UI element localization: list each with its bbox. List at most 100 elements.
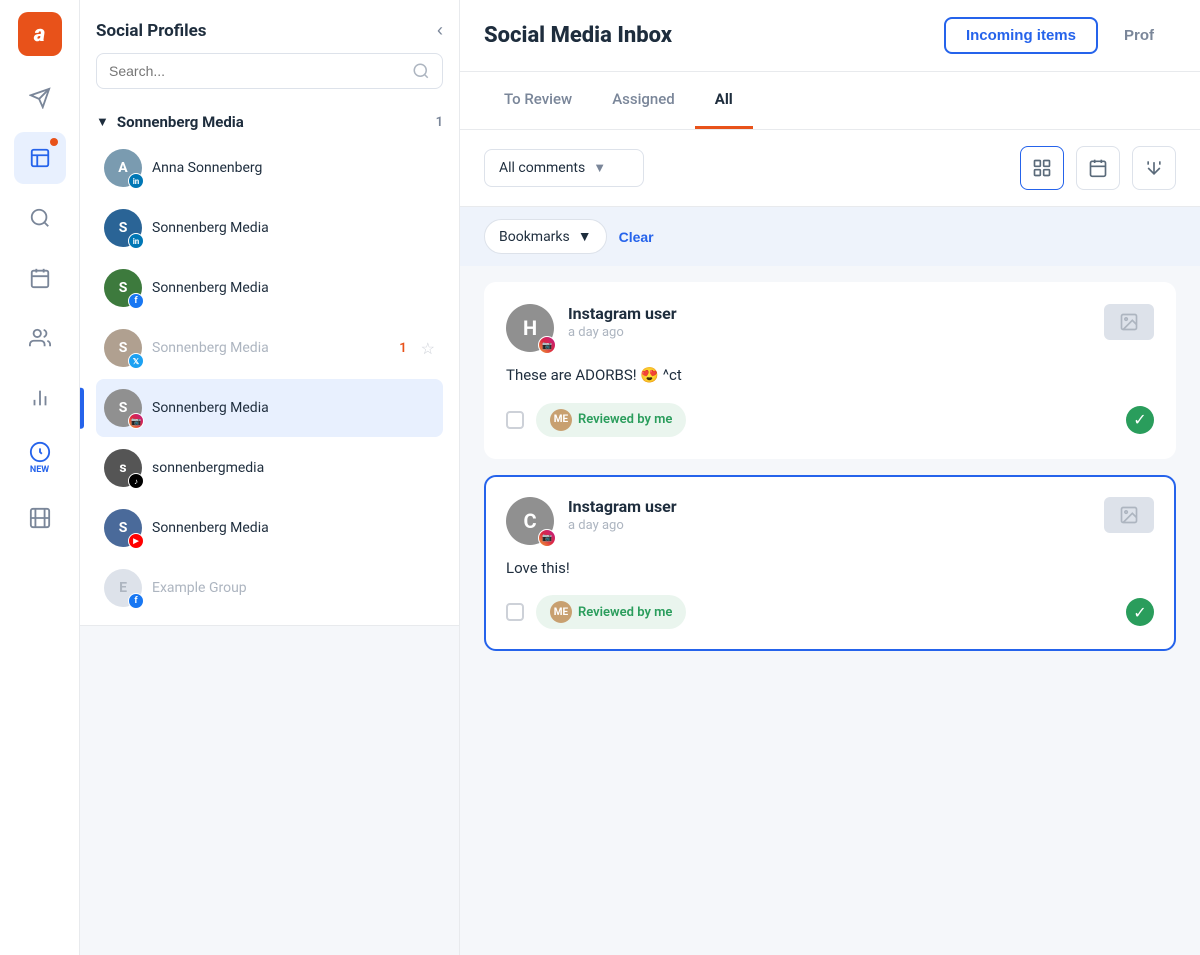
card-image-placeholder [1104,497,1154,533]
nav-item-media[interactable] [14,492,66,544]
youtube-badge: ▶ [128,533,144,549]
check-circle[interactable]: ✓ [1126,406,1154,434]
avatar-wrap: s ♪ [104,449,142,487]
sort-icon [1144,158,1164,178]
nav-item-people[interactable] [14,312,66,364]
card-username: Instagram user [568,497,1090,516]
instagram-badge: 📷 [538,336,556,354]
profile-group: ▼ Sonnenberg Media 1 A in Anna Sonnenber… [80,105,459,625]
top-bar: Social Media Inbox Incoming items Prof [460,0,1200,72]
view-filter-button[interactable] [1020,146,1064,190]
card-checkbox[interactable] [506,603,524,621]
nav-item-calendar[interactable] [14,252,66,304]
app-logo[interactable]: a [18,12,62,56]
avatar-wrap: S ▶ [104,509,142,547]
bookmark-arrow-icon: ▼ [578,228,592,245]
content-area: To Review Assigned All All comments ▼ [460,72,1200,955]
nav-bar: a NEW [0,0,80,955]
image-icon [1119,505,1139,525]
filter-icon [1032,158,1052,178]
profile-item[interactable]: E f Example Group [96,559,443,617]
reviewed-label: Reviewed by me [578,605,672,620]
card-footer: ME Reviewed by me ✓ [506,403,1154,437]
profile-name: Sonnenberg Media [152,220,435,236]
profile-item[interactable]: S f Sonnenberg Media [96,259,443,317]
nav-item-search[interactable] [14,192,66,244]
reviewer-avatar: ME [550,601,572,623]
nav-item-new[interactable]: NEW [14,432,66,484]
linkedin-badge: in [128,233,144,249]
new-label: NEW [30,465,49,475]
bookmark-label: Bookmarks [499,229,570,245]
sidebar-bottom [80,625,459,955]
filter-label: All comments [499,160,585,176]
avatar-wrap: S f [104,269,142,307]
avatar-wrap: S 📷 [104,389,142,427]
subtab-review[interactable]: To Review [484,72,592,129]
profile-item-active[interactable]: S 📷 Sonnenberg Media [96,379,443,437]
nav-item-analytics[interactable] [14,372,66,424]
card-text: Love this! [506,557,1154,580]
card-user: Instagram user a day ago [568,304,1090,340]
card-checkbox[interactable] [506,411,524,429]
group-name: Sonnenberg Media [117,113,428,131]
feed-card: H 📷 Instagram user a day ago These are A… [484,282,1176,459]
star-icon: ☆ [421,339,435,358]
calendar-view-icon [1088,158,1108,178]
main-content: Social Media Inbox Incoming items Prof T… [460,0,1200,955]
card-user: Instagram user a day ago [568,497,1090,533]
profile-name: Sonnenberg Media [152,340,389,356]
card-image-placeholder [1104,304,1154,340]
card-avatar: C 📷 [506,497,554,545]
profile-name: Sonnenberg Media [152,520,435,536]
subtab-assigned[interactable]: Assigned [592,72,695,129]
check-circle[interactable]: ✓ [1126,598,1154,626]
facebook-badge: f [128,293,144,309]
card-time: a day ago [568,325,1090,340]
linkedin-badge: in [128,173,144,189]
page-title: Social Media Inbox [484,23,672,48]
profile-list: A in Anna Sonnenberg S in Sonnenberg Med… [96,139,443,617]
profile-name: Sonnenberg Media [152,400,435,416]
card-text: These are ADORBS! 😍 ^ct [506,364,1154,387]
sort-button[interactable] [1132,146,1176,190]
card-username: Instagram user [568,304,1090,323]
group-arrow-icon: ▼ [96,114,109,130]
bookmark-dropdown[interactable]: Bookmarks ▼ [484,219,607,254]
sidebar-header: Social Profiles ‹ [80,0,459,53]
group-header[interactable]: ▼ Sonnenberg Media 1 [96,105,443,139]
card-header: C 📷 Instagram user a day ago [506,497,1154,545]
inbox-badge [50,138,58,146]
tab-profile[interactable]: Prof [1102,17,1176,54]
card-avatar: H 📷 [506,304,554,352]
subtab-all[interactable]: All [695,72,753,129]
filter-row: All comments ▼ [460,130,1200,207]
profile-item[interactable]: S in Sonnenberg Media [96,199,443,257]
dropdown-arrow-icon: ▼ [593,160,606,176]
sidebar: Social Profiles ‹ ▼ Sonnenberg Media 1 A… [80,0,460,955]
search-icon [412,62,430,80]
nav-item-send[interactable] [14,72,66,124]
instagram-badge: 📷 [538,529,556,547]
avatar-wrap: S 𝕏 [104,329,142,367]
view-calendar-button[interactable] [1076,146,1120,190]
filter-dropdown[interactable]: All comments ▼ [484,149,644,187]
tiktok-badge: ♪ [128,473,144,489]
profile-item[interactable]: S ▶ Sonnenberg Media [96,499,443,557]
tab-incoming[interactable]: Incoming items [944,17,1098,54]
clear-button[interactable]: Clear [619,229,654,245]
search-box[interactable] [96,53,443,89]
profile-item[interactable]: s ♪ sonnenbergmedia [96,439,443,497]
bookmarks-row: Bookmarks ▼ Clear [460,207,1200,266]
facebook-badge: f [128,593,144,609]
tab-buttons: Incoming items Prof [944,17,1176,54]
profile-item[interactable]: S 𝕏 Sonnenberg Media 1 ☆ [96,319,443,377]
twitter-badge: 𝕏 [128,353,144,369]
profile-item[interactable]: A in Anna Sonnenberg [96,139,443,197]
search-input[interactable] [109,63,412,79]
card-time: a day ago [568,518,1090,533]
reviewed-label: Reviewed by me [578,412,672,427]
image-icon [1119,312,1139,332]
collapse-button[interactable]: ‹ [437,20,443,41]
nav-item-inbox[interactable] [14,132,66,184]
